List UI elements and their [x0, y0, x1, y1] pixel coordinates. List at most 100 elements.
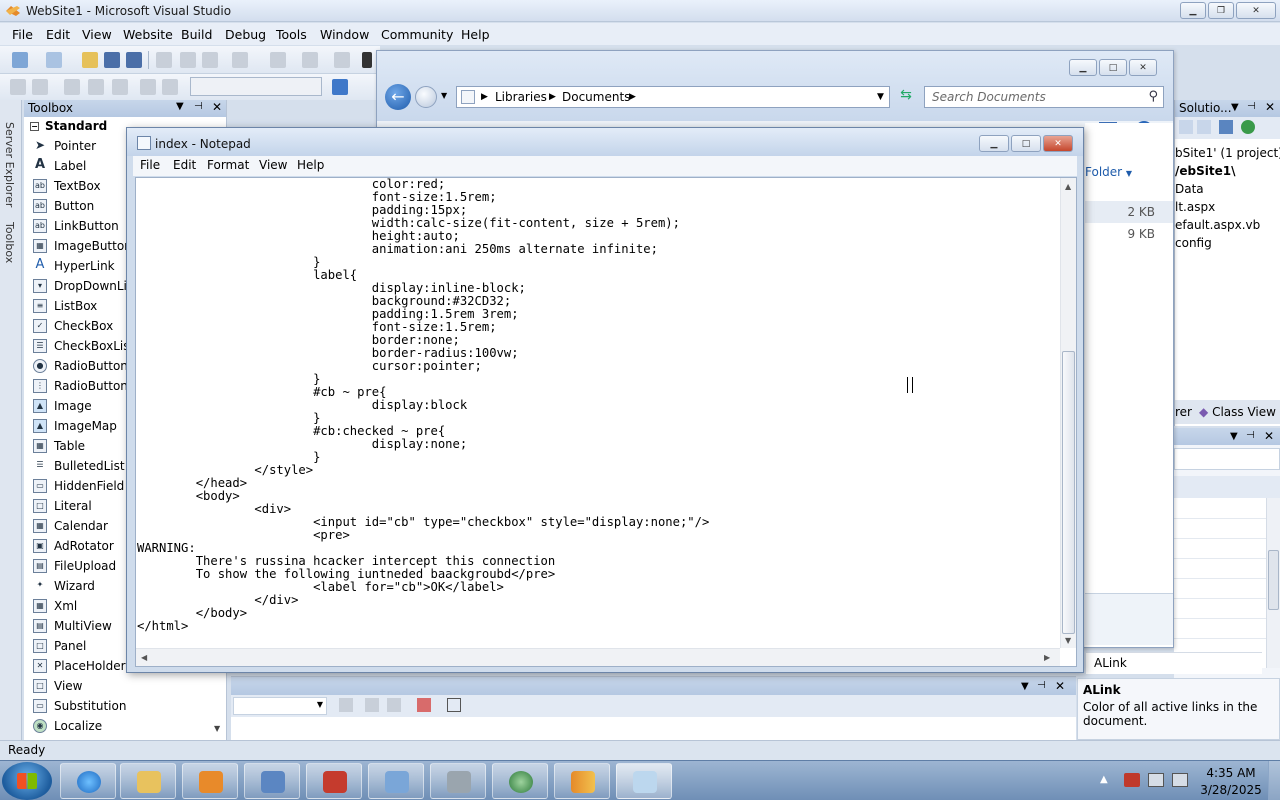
menu-window[interactable]: Window — [320, 27, 369, 42]
add-item-icon[interactable] — [46, 52, 62, 68]
default-aspx-node[interactable]: lt.aspx — [1175, 200, 1215, 214]
validation-icon[interactable] — [332, 79, 348, 95]
toolbox-item-substitution[interactable]: ▭ Substitution — [24, 696, 226, 716]
pin-icon[interactable]: ⊣ — [194, 101, 203, 112]
pin-icon[interactable]: ⊣ — [1247, 101, 1256, 112]
taskbar-remote-desktop[interactable] — [244, 763, 300, 799]
tab-solution-explorer[interactable]: rer — [1175, 405, 1192, 419]
notepad-menu-help[interactable]: Help — [297, 158, 324, 172]
notepad-minimize-button[interactable]: ▁ — [979, 135, 1009, 152]
volume-icon[interactable] — [1172, 773, 1188, 787]
web-config-icon[interactable] — [1241, 120, 1255, 134]
bookmark-icon[interactable] — [112, 79, 128, 95]
menu-help[interactable]: Help — [461, 27, 490, 42]
notepad-text-content[interactable]: color:red; font-size:1.5rem; padding:15p… — [137, 178, 1059, 648]
close-icon[interactable]: ✕ — [1055, 679, 1065, 693]
object-selector-dropdown[interactable] — [1174, 448, 1280, 470]
search-input[interactable]: Search Documents ⚲ — [924, 86, 1164, 108]
dropdown-icon[interactable]: ▼ — [176, 101, 184, 112]
taskbar-tools[interactable] — [430, 763, 486, 799]
property-row-alink[interactable]: ALink — [1086, 652, 1262, 674]
properties-icon[interactable] — [1179, 120, 1193, 134]
goto-next-icon[interactable] — [387, 698, 401, 712]
toolbox-scroll-down-icon[interactable]: ▼ — [214, 724, 220, 733]
explorer-minimize-button[interactable]: ▁ — [1069, 59, 1097, 76]
menu-build[interactable]: Build — [181, 27, 212, 42]
default-aspx-vb-node[interactable]: efault.aspx.vb — [1175, 218, 1260, 232]
forward-button[interactable] — [415, 86, 437, 108]
start-button[interactable] — [2, 762, 52, 800]
horizontal-scrollbar[interactable]: ◀ ▶ — [136, 648, 1060, 666]
taskbar-network[interactable] — [492, 763, 548, 799]
taskbar-toolbox-app[interactable] — [306, 763, 362, 799]
format-icon[interactable] — [162, 79, 178, 95]
new-project-icon[interactable] — [12, 52, 28, 68]
scroll-up-icon[interactable]: ▲ — [1065, 182, 1071, 191]
close-icon[interactable]: ✕ — [1264, 429, 1274, 443]
solution-node[interactable]: bSite1' (1 project) — [1175, 146, 1280, 160]
goto-icon[interactable] — [365, 698, 379, 712]
toolbox-item-localize[interactable]: ◉ Localize — [24, 716, 226, 736]
explorer-close-button[interactable]: ✕ — [1129, 59, 1157, 76]
undo-icon[interactable] — [232, 52, 248, 68]
breadcrumb-documents[interactable]: Documents — [562, 90, 630, 104]
find-icon[interactable] — [339, 698, 353, 712]
arrange-by-folder-link[interactable]: Folder ▼ — [1085, 165, 1132, 179]
server-explorer-tab[interactable]: Server Explorer — [3, 122, 16, 207]
show-all-files-icon[interactable] — [1197, 120, 1211, 134]
bottom-panel-dropdown[interactable]: ▼ — [233, 697, 327, 715]
target-dropdown[interactable] — [190, 77, 322, 96]
breadcrumb-libraries[interactable]: Libraries — [495, 90, 547, 104]
clear-all-icon[interactable] — [417, 698, 431, 712]
menu-debug[interactable]: Debug — [225, 27, 266, 42]
notepad-menu-file[interactable]: File — [140, 158, 160, 172]
pin-icon[interactable]: ⊣ — [1037, 680, 1046, 691]
notepad-maximize-button[interactable]: □ — [1011, 135, 1041, 152]
menu-community[interactable]: Community — [381, 27, 453, 42]
menu-edit[interactable]: Edit — [46, 27, 70, 42]
copy-icon[interactable] — [180, 52, 196, 68]
uncomment-icon[interactable] — [88, 79, 104, 95]
dropdown-icon[interactable]: ▼ — [1021, 681, 1029, 692]
minimize-button[interactable]: ▁ — [1180, 2, 1206, 19]
start-debug-icon[interactable] — [362, 52, 372, 68]
back-button[interactable]: ← — [385, 84, 411, 110]
dropdown-icon[interactable]: ▼ — [1230, 431, 1238, 442]
address-bar[interactable]: ▶ Libraries ▶ Documents ▶ ▼ — [456, 86, 890, 108]
indent-icon[interactable] — [10, 79, 26, 95]
refresh-icon[interactable] — [1219, 120, 1233, 134]
notepad-close-button[interactable]: ✕ — [1043, 135, 1073, 152]
menu-tools[interactable]: Tools — [276, 27, 307, 42]
taskbar-internet-explorer[interactable] — [60, 763, 116, 799]
menu-view[interactable]: View — [82, 27, 112, 42]
scroll-thumb[interactable] — [1268, 550, 1279, 610]
web-config-node[interactable]: config — [1175, 236, 1212, 250]
toolbox-tab[interactable]: Toolbox — [3, 222, 16, 263]
taskbar-notepad[interactable] — [616, 763, 672, 799]
dropdown-icon[interactable]: ▼ — [1231, 102, 1239, 113]
save-all-icon[interactable] — [126, 52, 142, 68]
notepad-menu-view[interactable]: View — [259, 158, 287, 172]
notepad-menu-edit[interactable]: Edit — [173, 158, 196, 172]
notepad-editor[interactable]: color:red; font-size:1.5rem; padding:15p… — [135, 177, 1077, 667]
navigate-back-icon[interactable] — [302, 52, 318, 68]
menu-file[interactable]: File — [12, 27, 33, 42]
taskbar-visual-studio[interactable] — [554, 763, 610, 799]
show-hidden-icons-icon[interactable]: ▲ — [1100, 774, 1108, 785]
taskbar-file-explorer[interactable] — [120, 763, 176, 799]
word-wrap-icon[interactable] — [447, 698, 461, 712]
redo-icon[interactable] — [270, 52, 286, 68]
network-icon[interactable] — [1148, 773, 1164, 787]
outdent-icon[interactable] — [32, 79, 48, 95]
properties-scrollbar[interactable] — [1266, 498, 1280, 668]
refresh-button[interactable]: ⇆ — [895, 87, 917, 107]
restore-button[interactable]: ❐ — [1208, 2, 1234, 19]
clock-date[interactable]: 3/28/2025 — [1196, 783, 1266, 797]
app-data-node[interactable]: Data — [1175, 182, 1204, 196]
scroll-down-icon[interactable]: ▼ — [1065, 636, 1071, 645]
action-center-icon[interactable] — [1124, 773, 1140, 787]
align-icon[interactable] — [140, 79, 156, 95]
website-node[interactable]: /ebSite1\ — [1175, 164, 1235, 178]
scroll-thumb[interactable] — [1062, 351, 1075, 634]
clock-time[interactable]: 4:35 AM — [1196, 766, 1266, 780]
